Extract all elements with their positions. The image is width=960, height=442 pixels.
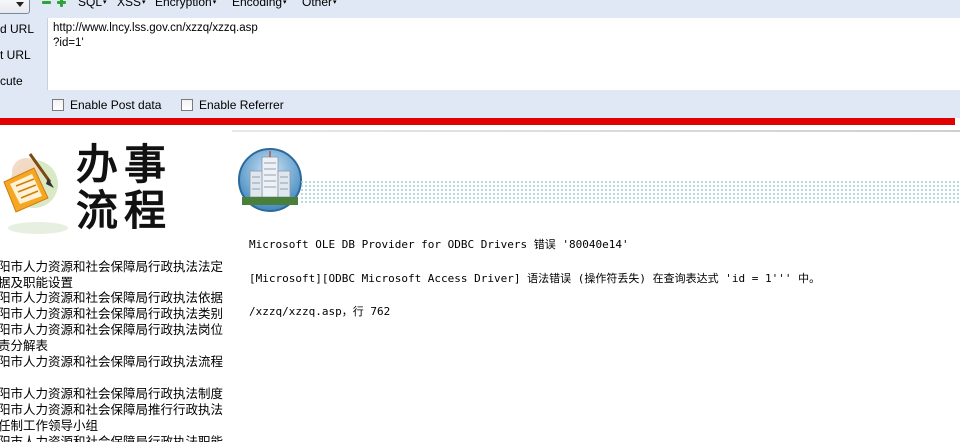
menu-sql[interactable]: SQL▾ <box>78 0 107 9</box>
left-nav-link[interactable]: 据及职能设置 <box>0 275 73 291</box>
page-title-line1: 办事 <box>76 140 173 189</box>
dropdown-arrow-icon: ▾ <box>212 0 217 6</box>
menu-sql-label: SQL <box>78 0 103 9</box>
chevron-down-icon <box>16 2 24 7</box>
split-url-button[interactable]: t URL <box>0 48 31 62</box>
plus-icon[interactable] <box>57 0 66 7</box>
left-nav-link[interactable]: 任制工作领导小组 <box>0 418 98 434</box>
left-nav-link[interactable]: 阳市人力资源和社会保障局行政执法制度 <box>0 386 223 402</box>
hackbar-toolbar: SQL▾ XSS▾ Encryption▾ Encoding▾ Other▾ d… <box>0 0 960 118</box>
left-nav-link[interactable]: 阳市人力资源和社会保障局行政执法职能 <box>0 434 223 442</box>
load-url-button[interactable]: d URL <box>0 22 34 36</box>
dropdown-arrow-icon: ▾ <box>283 0 287 6</box>
left-nav-link[interactable]: 阳市人力资源和社会保障局推行行政执法 <box>0 402 223 418</box>
menu-xss-label: XSS <box>117 0 142 9</box>
menu-xss[interactable]: XSS▾ <box>117 0 146 9</box>
flow-document-icon <box>3 153 68 234</box>
menu-encoding-label: Encoding <box>232 0 283 9</box>
header-banner-strip <box>300 180 960 204</box>
menu-encoding[interactable]: Encoding▾ <box>232 0 287 9</box>
dropdown-arrow-icon: ▾ <box>142 0 146 6</box>
checkbox-box[interactable] <box>181 99 193 111</box>
execute-button[interactable]: cute <box>0 74 23 88</box>
menu-other-label: Other <box>302 0 333 9</box>
left-nav-link[interactable]: 阳市人力资源和社会保障局行政执法类别 <box>0 306 223 322</box>
page-title-line2: 流程 <box>76 186 173 235</box>
enable-post-checkbox[interactable]: Enable Post data <box>52 98 161 112</box>
procedure-logo-area: 办事 流程 <box>0 136 232 246</box>
enable-referrer-checkbox[interactable]: Enable Referrer <box>181 98 284 112</box>
left-nav-link[interactable]: 责分解表 <box>0 338 48 354</box>
left-nav-link[interactable]: 阳市人力资源和社会保障局行政执法岗位 <box>0 322 223 338</box>
red-divider-bar <box>0 118 955 125</box>
load-url-dropdown[interactable] <box>0 0 30 14</box>
url-textarea[interactable]: http://www.lncy.lss.gov.cn/xzzq/xzzq.asp… <box>47 18 960 90</box>
enable-referrer-label: Enable Referrer <box>199 98 284 112</box>
menu-encryption[interactable]: Encryption▾ <box>155 0 216 9</box>
dropdown-arrow-icon: ▾ <box>103 0 107 6</box>
error-location: /xzzq/xzzq.asp，行 762 <box>249 305 391 318</box>
menu-encryption-label: Encryption <box>155 0 212 9</box>
left-nav-link[interactable]: 阳市人力资源和社会保障局行政执法依据 <box>0 290 223 306</box>
left-nav-link[interactable]: 阳市人力资源和社会保障局行政执法流程 <box>0 354 223 370</box>
dropdown-arrow-icon: ▾ <box>333 0 337 6</box>
enable-post-label: Enable Post data <box>70 98 162 112</box>
left-nav-link[interactable]: 阳市人力资源和社会保障局行政执法法定 <box>0 259 223 275</box>
url-line: http://www.lncy.lss.gov.cn/xzzq/xzzq.asp <box>53 22 258 34</box>
minus-icon[interactable] <box>42 0 51 7</box>
grey-divider-line <box>232 130 960 132</box>
error-heading: Microsoft OLE DB Provider for ODBC Drive… <box>249 238 629 251</box>
url-line: ?id=1' <box>53 37 84 49</box>
error-message: [Microsoft][ODBC Microsoft Access Driver… <box>249 272 821 285</box>
checkbox-box[interactable] <box>52 99 64 111</box>
menu-other[interactable]: Other▾ <box>302 0 337 9</box>
hackbar-menu: SQL▾ XSS▾ Encryption▾ Encoding▾ Other▾ <box>0 0 960 18</box>
building-badge-icon <box>238 148 302 212</box>
